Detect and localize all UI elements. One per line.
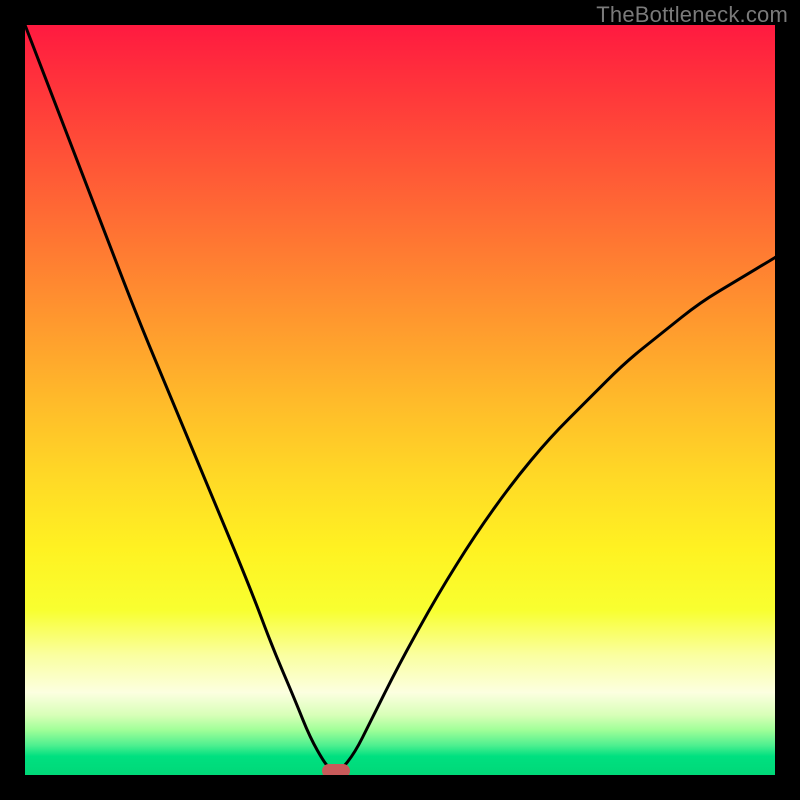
chart-frame: TheBottleneck.com	[0, 0, 800, 800]
watermark-text: TheBottleneck.com	[596, 2, 788, 28]
bottleneck-curve	[25, 25, 775, 775]
plot-area	[25, 25, 775, 775]
optimal-marker	[322, 764, 350, 775]
